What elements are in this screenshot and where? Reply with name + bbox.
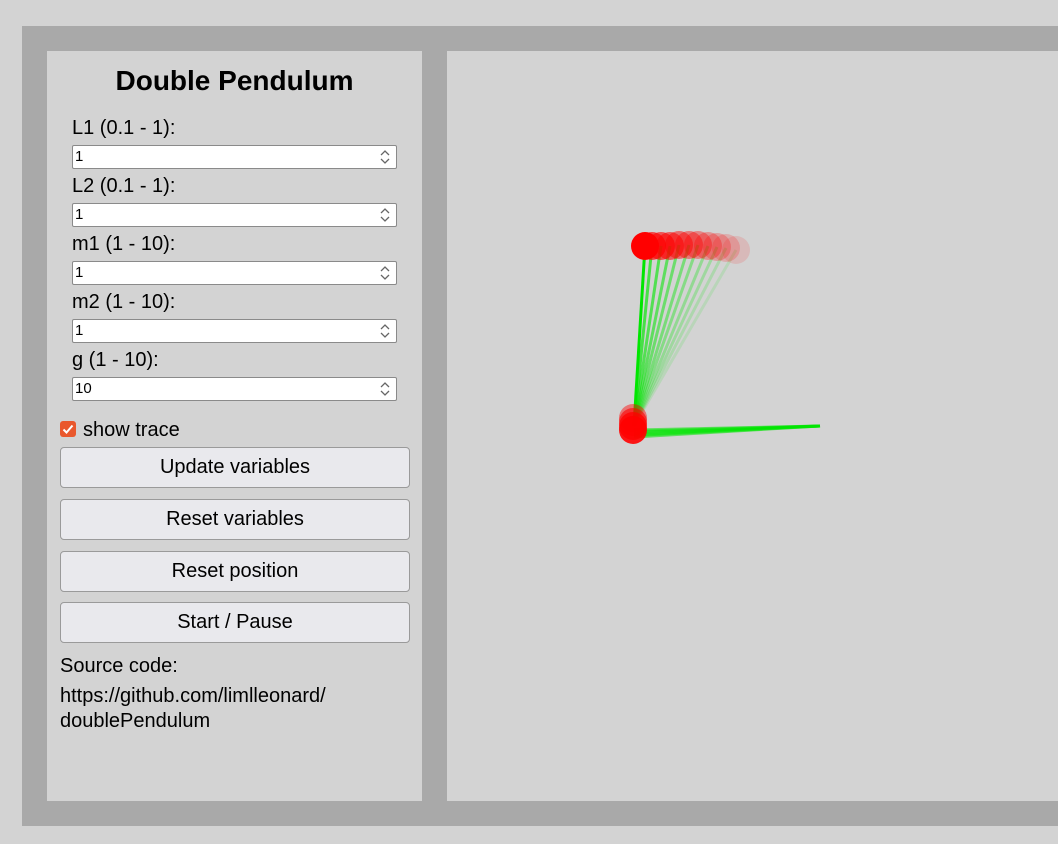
app-frame: Double Pendulum L1 (0.1 - 1): 1 L2 (0.1 … xyxy=(22,26,1058,826)
spinner-arrows-icon[interactable] xyxy=(374,204,396,226)
bob-2 xyxy=(631,232,659,260)
source-url-line2[interactable]: doublePendulum xyxy=(60,709,360,734)
simulation-canvas[interactable] xyxy=(447,51,1058,801)
m1-value: 1 xyxy=(75,264,84,281)
l1-input[interactable]: 1 xyxy=(72,145,397,169)
source-code-link[interactable]: https://github.com/limlleonard/ doublePe… xyxy=(60,684,360,734)
reset-variables-button[interactable]: Reset variables xyxy=(60,499,410,540)
spinner-arrows-icon[interactable] xyxy=(374,262,396,284)
g-label: g (1 - 10): xyxy=(72,349,159,371)
spinner-arrows-icon[interactable] xyxy=(374,378,396,400)
l2-value: 1 xyxy=(75,206,84,223)
show-trace-label: show trace xyxy=(83,419,180,441)
g-value: 10 xyxy=(75,380,92,397)
g-input[interactable]: 10 xyxy=(72,377,397,401)
bob-1 xyxy=(619,416,647,444)
l2-input[interactable]: 1 xyxy=(72,203,397,227)
page-title: Double Pendulum xyxy=(115,65,354,96)
m1-label: m1 (1 - 10): xyxy=(72,233,176,255)
pendulum-drawing xyxy=(619,231,821,444)
start-pause-button[interactable]: Start / Pause xyxy=(60,602,410,643)
reset-position-button[interactable]: Reset position xyxy=(60,551,410,592)
l1-label: L1 (0.1 - 1): xyxy=(72,117,176,139)
m2-value: 1 xyxy=(75,322,84,339)
checkmark-icon xyxy=(62,424,74,434)
update-variables-button[interactable]: Update variables xyxy=(60,447,410,488)
m2-label: m2 (1 - 10): xyxy=(72,291,176,313)
m1-input[interactable]: 1 xyxy=(72,261,397,285)
spinner-arrows-icon[interactable] xyxy=(374,146,396,168)
show-trace-checkbox[interactable] xyxy=(60,421,76,437)
source-code-label: Source code: xyxy=(60,655,178,677)
source-url-line1[interactable]: https://github.com/limlleonard/ xyxy=(60,684,360,709)
spinner-arrows-icon[interactable] xyxy=(374,320,396,342)
l2-label: L2 (0.1 - 1): xyxy=(72,175,176,197)
m2-input[interactable]: 1 xyxy=(72,319,397,343)
control-panel: Double Pendulum L1 (0.1 - 1): 1 L2 (0.1 … xyxy=(47,51,422,801)
l1-value: 1 xyxy=(75,148,84,165)
